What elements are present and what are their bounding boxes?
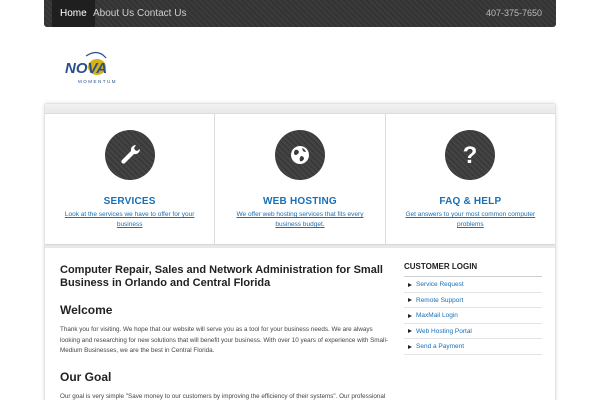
main-content: Computer Repair, Sales and Network Admin…	[60, 264, 390, 400]
customer-login-sidebar: CUSTOMER LOGIN Service Request Remote Su…	[404, 262, 542, 355]
feature-row-divider	[45, 244, 555, 248]
feature-link-web-hosting[interactable]: We offer web hosting services that fits …	[223, 210, 376, 230]
sidebar-item-remote-support[interactable]: Remote Support	[404, 293, 542, 308]
wrench-icon[interactable]	[104, 130, 155, 180]
feature-title-faq-help[interactable]: FAQ & HELP	[386, 196, 555, 207]
feature-web-hosting: WEB HOSTING We offer web hosting service…	[215, 114, 386, 247]
sidebar-title: CUSTOMER LOGIN	[404, 262, 542, 277]
logo-tagline: MOMENTUM	[78, 79, 117, 84]
page-heading: Computer Repair, Sales and Network Admin…	[60, 264, 383, 289]
sidebar-item-service-request[interactable]: Service Request	[404, 277, 542, 293]
nav-home[interactable]: Home	[52, 0, 95, 27]
logo-text: NOVA	[65, 60, 107, 77]
nav-contact-us[interactable]: Contact Us	[137, 0, 186, 27]
welcome-text: Thank you for visiting. We hope that our…	[60, 326, 388, 354]
phone-number: 407-375-7650	[485, 8, 542, 18]
logo[interactable]: NOVA MOMENTUM	[64, 50, 132, 86]
feature-link-faq-help[interactable]: Get answers to your most common computer…	[394, 210, 547, 230]
welcome-heading: Welcome	[60, 303, 113, 317]
globe-icon[interactable]	[274, 130, 325, 180]
sidebar-item-maxmail-login[interactable]: MaxMail Login	[404, 308, 542, 324]
content-panel: SERVICES Look at the services we have to…	[44, 103, 556, 400]
svg-text:?: ?	[463, 142, 478, 169]
feature-title-web-hosting[interactable]: WEB HOSTING	[215, 196, 384, 207]
nova-logo-icon: NOVA MOMENTUM	[65, 51, 117, 84]
feature-faq-help: ? FAQ & HELP Get answers to your most co…	[385, 114, 555, 247]
feature-link-services[interactable]: Look at the services we have to offer fo…	[53, 210, 206, 230]
feature-row: SERVICES Look at the services we have to…	[45, 114, 555, 247]
question-icon[interactable]: ?	[445, 130, 496, 180]
goal-text: Our goal is very simple "Save money to o…	[60, 392, 386, 400]
sidebar-item-send-payment[interactable]: Send a Payment	[404, 339, 542, 355]
nav-about-us[interactable]: About Us	[93, 0, 134, 27]
sidebar-item-web-hosting-portal[interactable]: Web Hosting Portal	[404, 324, 542, 339]
panel-top-bar	[45, 104, 555, 114]
goal-heading: Our Goal	[60, 369, 112, 384]
top-navbar: Home About Us Contact Us 407-375-7650	[44, 0, 556, 27]
feature-title-services[interactable]: SERVICES	[45, 196, 214, 207]
feature-services: SERVICES Look at the services we have to…	[45, 114, 216, 247]
